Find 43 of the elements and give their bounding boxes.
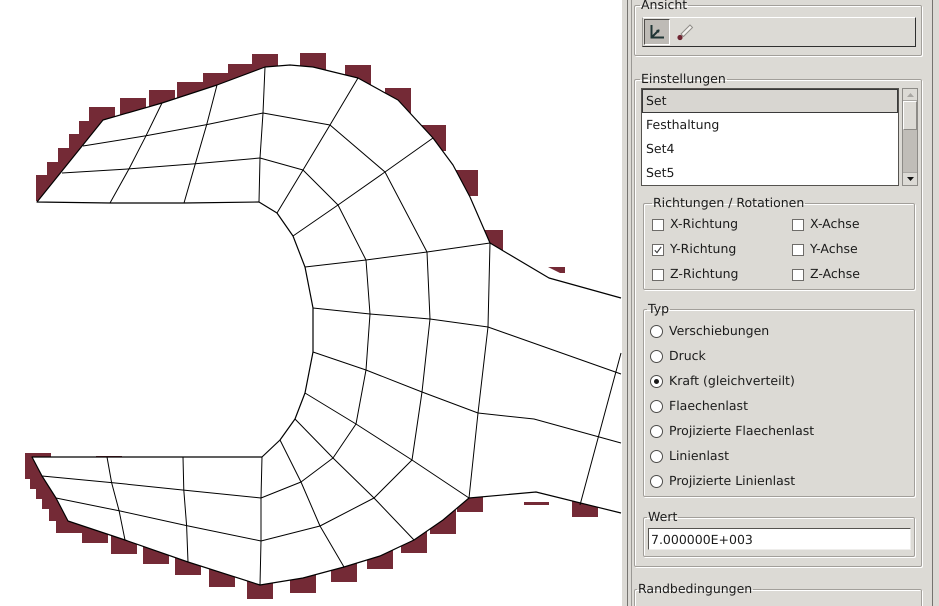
radio-label: Linienlast	[669, 447, 729, 466]
group-label: Richtungen / Rotationen	[652, 196, 806, 210]
caret-down-icon	[906, 177, 914, 181]
radio-label: Projizierte Flaechenlast	[669, 422, 814, 440]
radio-button[interactable]	[650, 375, 663, 388]
checkmark-icon	[654, 246, 662, 254]
checkbox[interactable]	[652, 268, 664, 280]
radio-dot-icon	[654, 379, 659, 384]
checkbox-label: X-Achse	[810, 215, 860, 234]
value-field[interactable]: 7.000000E+003	[648, 528, 911, 550]
checkbox-label: Z-Richtung	[670, 265, 738, 284]
checkbox-label: Y-Richtung	[670, 240, 736, 258]
radio-label: Flaechenlast	[669, 397, 748, 416]
brush-icon	[676, 23, 694, 41]
checkbox[interactable]	[792, 268, 804, 280]
group-label: Wert	[647, 510, 678, 524]
scroll-down-button[interactable]	[903, 172, 917, 185]
group-label: Einstellungen	[640, 72, 727, 86]
radio-button[interactable]	[650, 400, 663, 413]
caret-up-icon	[906, 92, 914, 96]
radio-button[interactable]	[650, 475, 663, 488]
radio-label: Kraft (gleichverteilt)	[669, 372, 795, 390]
radio-button[interactable]	[650, 450, 663, 463]
radio-label: Verschiebungen	[669, 322, 770, 340]
radio-button[interactable]	[650, 350, 663, 363]
group-label: Randbedingungen	[637, 582, 754, 596]
checkbox[interactable]	[792, 244, 804, 256]
scroll-thumb[interactable]	[903, 101, 917, 130]
group-label: Typ	[647, 302, 670, 316]
checkbox[interactable]	[652, 244, 664, 256]
radio-button[interactable]	[650, 325, 663, 338]
radio-label: Druck	[669, 347, 706, 366]
radio-label: Projizierte Linienlast	[669, 472, 796, 490]
checkbox-label: X-Richtung	[670, 215, 738, 234]
tool-button[interactable]	[644, 19, 670, 45]
radio-button[interactable]	[650, 425, 663, 438]
checkbox-label: Y-Achse	[810, 240, 858, 258]
axes-icon	[649, 24, 665, 40]
checkbox-label: Z-Achse	[810, 265, 860, 284]
list-item[interactable]: Set	[642, 89, 898, 113]
checkbox[interactable]	[652, 218, 664, 230]
checkbox[interactable]	[792, 218, 804, 230]
scrollbar[interactable]	[902, 88, 918, 186]
